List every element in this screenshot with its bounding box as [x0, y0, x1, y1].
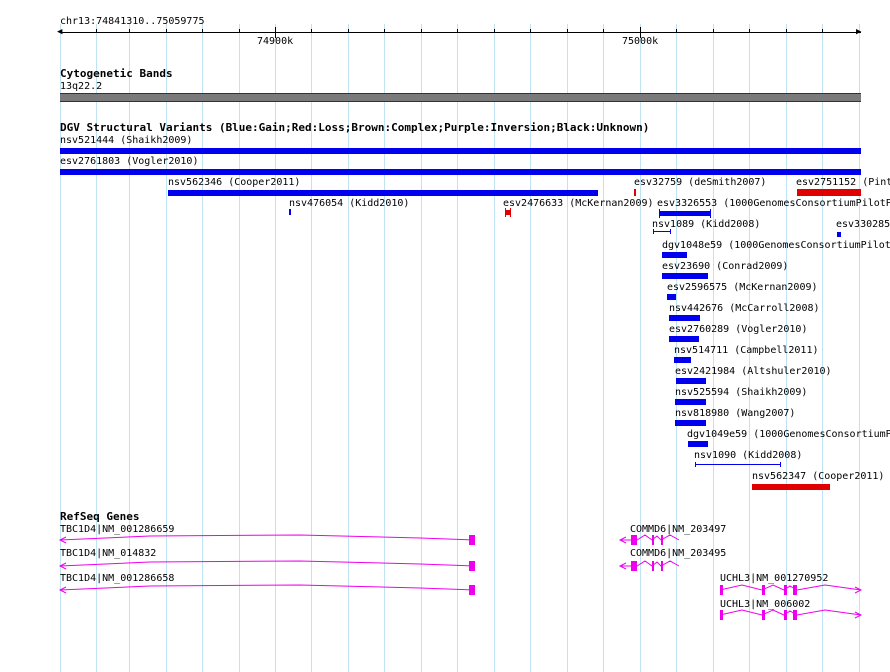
- refseq-gene-model[interactable]: [618, 560, 680, 571]
- refseq-gene-model[interactable]: [58, 534, 476, 545]
- gene-intron-line: [620, 560, 680, 567]
- refseq-gene-label[interactable]: TBC1D4|NM_001286659: [60, 524, 174, 535]
- refseq-gene-label[interactable]: COMMD6|NM_203495: [630, 548, 726, 559]
- gene-exon: [784, 610, 787, 620]
- refseq-gene-label[interactable]: TBC1D4|NM_014832: [60, 548, 156, 559]
- gene-intron-line: [59, 560, 476, 567]
- gene-exon: [720, 585, 723, 595]
- refseq-gene-model[interactable]: [618, 534, 680, 545]
- refseq-gene-model[interactable]: [719, 584, 863, 595]
- gene-intron-line: [719, 609, 862, 616]
- gene-exon: [631, 535, 637, 545]
- gene-exon: [661, 561, 663, 571]
- gene-exon: [762, 610, 765, 620]
- gene-exon: [469, 535, 475, 545]
- gene-exon: [720, 610, 723, 620]
- gene-exon: [652, 561, 654, 571]
- refseq-gene-label[interactable]: COMMD6|NM_203497: [630, 524, 726, 535]
- gene-exon: [784, 585, 787, 595]
- gene-intron-line: [59, 534, 476, 541]
- gene-exon: [661, 535, 663, 545]
- gene-exon: [631, 561, 637, 571]
- gene-exon: [793, 585, 797, 595]
- gene-intron-line: [719, 584, 862, 591]
- refseq-gene-model[interactable]: [58, 560, 476, 571]
- refseq-gene-models: [58, 534, 863, 620]
- refseq-gene-label[interactable]: TBC1D4|NM_001286658: [60, 573, 174, 584]
- gene-exon: [469, 561, 475, 571]
- refseq-gene-model[interactable]: [719, 609, 863, 620]
- refseq-gene-label[interactable]: UCHL3|NM_006002: [720, 599, 810, 610]
- gene-exon: [793, 610, 797, 620]
- gene-exon: [652, 535, 654, 545]
- refseq-gene-label[interactable]: UCHL3|NM_001270952: [720, 573, 828, 584]
- genome-browser-view: chr13:74841310..75059775 ◀ ▶ 74900k 7500…: [0, 0, 890, 672]
- refseq-gene-model[interactable]: [58, 584, 476, 595]
- gene-intron-line: [59, 584, 476, 591]
- gene-intron-line: [620, 534, 680, 541]
- gene-exon: [762, 585, 765, 595]
- gene-exon: [469, 585, 475, 595]
